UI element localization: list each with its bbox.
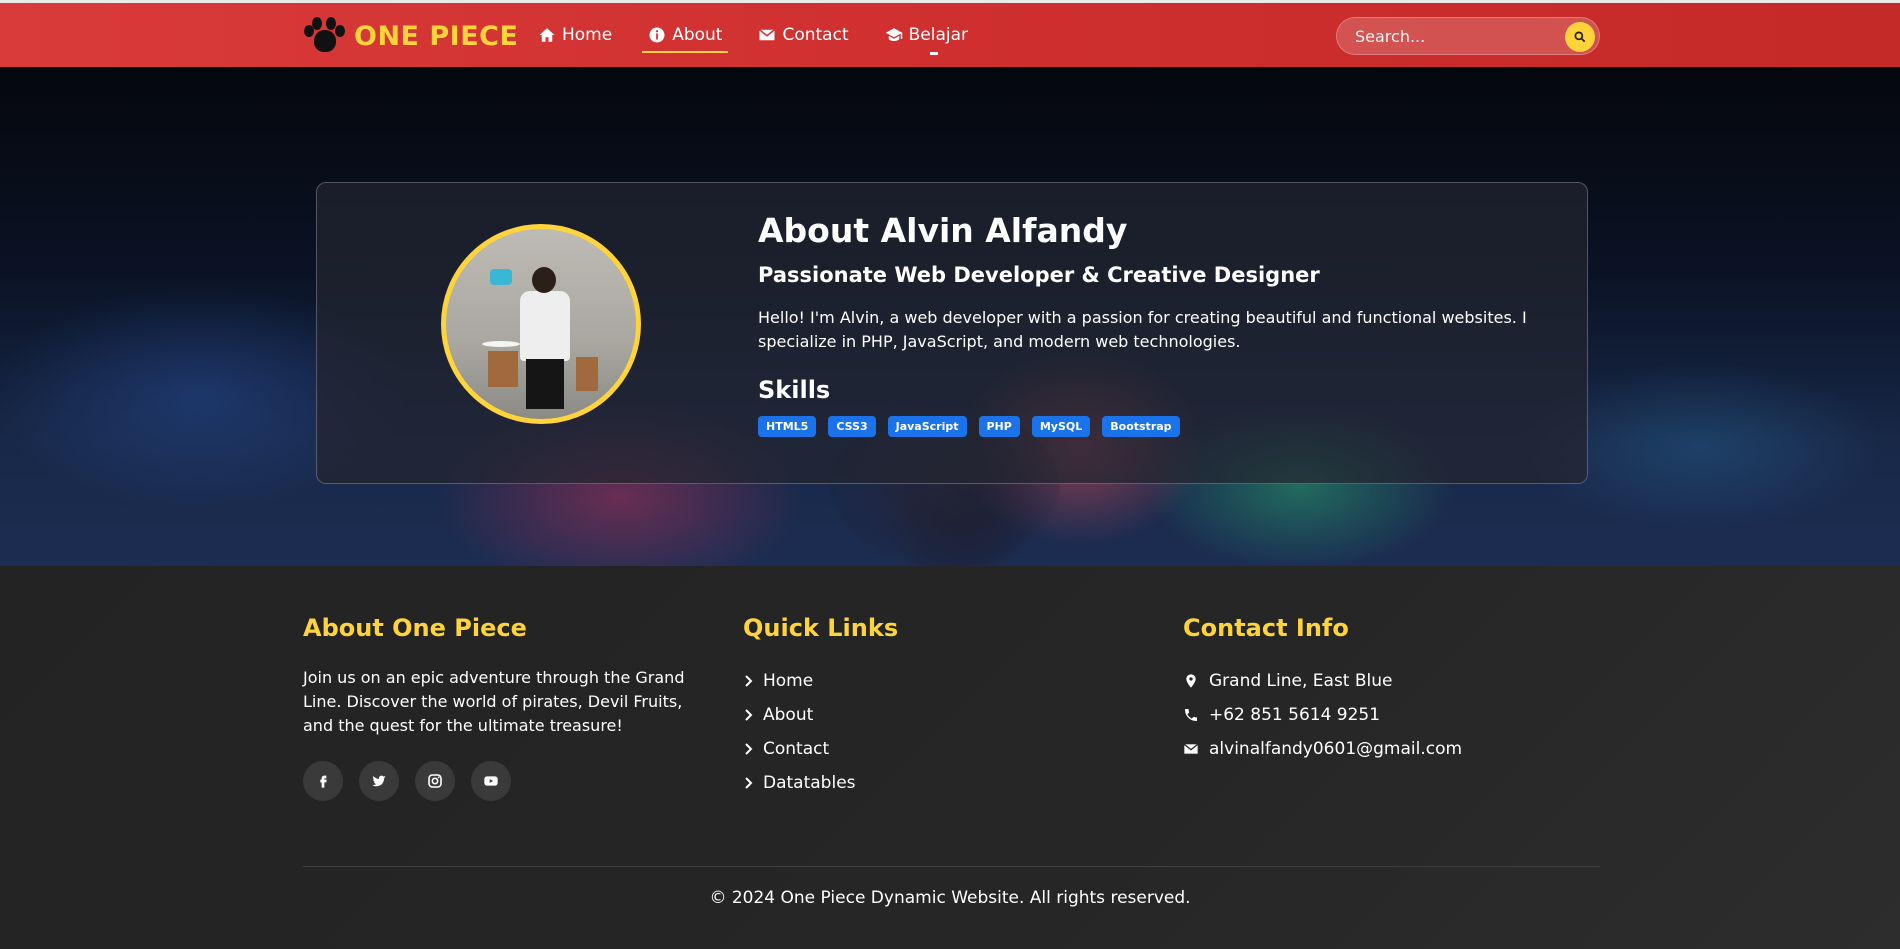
chevron-right-icon [745,777,753,789]
profile-photo [441,224,641,424]
twitter-link[interactable] [359,761,399,801]
footer-contact-title: Contact Info [1183,614,1349,642]
quick-link-label: Home [763,671,814,691]
nav-home-label: Home [562,24,613,45]
search-button[interactable] [1565,22,1595,52]
skill-badge: CSS3 [828,416,876,437]
about-subtitle: Passionate Web Developer & Creative Desi… [758,263,1320,287]
nav-home[interactable]: Home [532,21,618,53]
quick-link-label: Contact [763,739,830,759]
quick-link-label: Datatables [763,773,856,793]
about-title: About Alvin Alfandy [758,211,1128,250]
paw-icon [302,16,346,56]
chevron-right-icon [745,709,753,721]
brand[interactable]: ONE PIECE [302,16,518,56]
envelope-icon [759,28,776,40]
contact-address-text: Grand Line, East Blue [1209,671,1393,691]
chevron-right-icon [745,675,753,687]
facebook-link[interactable] [303,761,343,801]
nav-about-label: About [672,24,723,45]
footer-quick-links: Quick Links Home About Contact Datatable… [743,614,1143,800]
nav-about[interactable]: About [642,21,729,53]
skill-badge: Bootstrap [1102,416,1180,437]
footer-about: About One Piece Join us on an epic adven… [303,614,713,801]
nav-contact[interactable]: Contact [752,21,854,53]
contact-email-text: alvinalfandy0601@gmail.com [1209,739,1463,759]
copyright: © 2024 One Piece Dynamic Website. All ri… [709,888,1191,908]
nav-belajar-label: Belajar [908,24,969,45]
quick-link-about[interactable]: About [743,698,1143,732]
search-input[interactable] [1355,25,1555,47]
nav-contact-label: Contact [782,24,849,45]
twitter-icon [372,775,386,787]
footer: About One Piece Join us on an epic adven… [0,566,1900,949]
hero-section: About Alvin Alfandy Passionate Web Devel… [0,67,1900,567]
contact-address: Grand Line, East Blue [1183,664,1593,698]
envelope-icon [1183,743,1199,754]
footer-about-text: Join us on an epic adventure through the… [303,668,685,735]
youtube-icon [484,776,498,786]
about-card: About Alvin Alfandy Passionate Web Devel… [316,182,1588,484]
home-icon [539,27,555,42]
skills-title: Skills [758,376,831,404]
quick-link-contact[interactable]: Contact [743,732,1143,766]
navbar: ONE PIECE Home About Contact Belajar [0,0,1900,67]
skill-badge: HTML5 [758,416,817,437]
contact-email[interactable]: alvinalfandy0601@gmail.com [1183,732,1593,766]
brand-name: ONE PIECE [354,20,519,52]
footer-about-title: About One Piece [303,614,527,642]
about-text: Hello! I'm Alvin, a web developer with a… [758,308,1527,351]
youtube-link[interactable] [471,761,511,801]
footer-divider [303,866,1600,867]
search-box [1336,17,1600,55]
skill-badge: PHP [978,416,1020,437]
search-icon [1574,31,1586,43]
social-links [303,761,713,801]
contact-phone-text: +62 851 5614 9251 [1209,705,1381,725]
skills-list: HTML5 CSS3 JavaScript PHP MySQL Bootstra… [758,416,1180,437]
skill-badge: JavaScript [887,416,967,437]
chevron-right-icon [745,743,753,755]
instagram-icon [428,774,442,788]
quick-link-label: About [763,705,814,725]
map-marker-icon [1186,674,1196,688]
footer-links-title: Quick Links [743,614,899,642]
quick-link-home[interactable]: Home [743,664,1143,698]
info-icon [649,27,665,42]
contact-list: Grand Line, East Blue +62 851 5614 9251 … [1183,664,1593,766]
footer-contact-info: Contact Info Grand Line, East Blue +62 8… [1183,614,1593,766]
phone-icon [1185,709,1197,721]
quick-link-datatables[interactable]: Datatables [743,766,1143,800]
nav-belajar[interactable]: Belajar [879,21,974,55]
instagram-link[interactable] [415,761,455,801]
graduation-cap-icon [885,27,902,41]
quick-links-list: Home About Contact Datatables [743,664,1143,800]
main-nav: Home About Contact Belajar [532,21,998,55]
skill-badge: MySQL [1031,416,1091,437]
facebook-icon [320,775,327,788]
contact-phone: +62 851 5614 9251 [1183,698,1593,732]
